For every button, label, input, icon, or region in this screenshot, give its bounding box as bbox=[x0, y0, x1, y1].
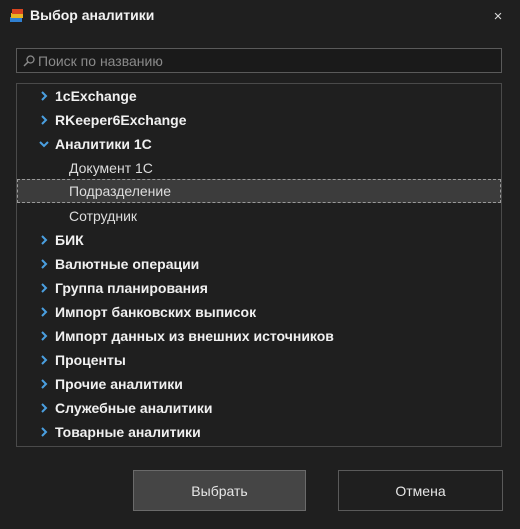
tree-item-label: Документ 1С bbox=[69, 160, 153, 176]
tree-item-document-1c[interactable]: Документ 1С bbox=[17, 156, 501, 180]
chevron-right-icon[interactable] bbox=[39, 379, 49, 389]
search-field[interactable] bbox=[16, 48, 502, 73]
tree-item-label: Аналитики 1С bbox=[55, 136, 152, 152]
tree-item-bank-statements-import[interactable]: Импорт банковских выписок bbox=[17, 300, 501, 324]
cancel-button-label: Отмена bbox=[395, 482, 446, 499]
tree-item-label: БИК bbox=[55, 232, 84, 248]
search-icon bbox=[23, 55, 35, 67]
tree-item-other-analytics[interactable]: Прочие аналитики bbox=[17, 372, 501, 396]
tree-item-podrazdelenie[interactable]: Подразделение bbox=[17, 179, 501, 203]
select-button[interactable]: Выбрать bbox=[133, 470, 306, 511]
chevron-right-icon[interactable] bbox=[39, 355, 49, 365]
chevron-right-icon[interactable] bbox=[39, 331, 49, 341]
tree-item-label: Сотрудник bbox=[69, 208, 138, 224]
tree-item-label: Товарные аналитики bbox=[55, 424, 201, 440]
chevron-right-icon[interactable] bbox=[39, 259, 49, 269]
tree-item-goods-analytics[interactable]: Товарные аналитики bbox=[17, 420, 501, 444]
tree-item-analytics-1c[interactable]: Аналитики 1С bbox=[17, 132, 501, 156]
tree-item-planning-group[interactable]: Группа планирования bbox=[17, 276, 501, 300]
title-bar: Выбор аналитики × bbox=[0, 0, 520, 32]
chevron-right-icon[interactable] bbox=[39, 283, 49, 293]
tree-item-label: Импорт банковских выписок bbox=[55, 304, 257, 320]
chevron-right-icon[interactable] bbox=[39, 235, 49, 245]
tree-item-label: RKeeper6Exchange bbox=[55, 112, 187, 128]
chevron-right-icon[interactable] bbox=[39, 427, 49, 437]
close-icon: × bbox=[493, 7, 503, 25]
app-icon bbox=[10, 9, 23, 22]
tree-item-interest[interactable]: Проценты bbox=[17, 348, 501, 372]
tree-item-label: Прочие аналитики bbox=[55, 376, 183, 392]
tree-item-label: Служебные аналитики bbox=[55, 400, 213, 416]
tree-item-label: 1cExchange bbox=[55, 88, 137, 104]
tree-item-bik[interactable]: БИК bbox=[17, 228, 501, 252]
chevron-right-icon[interactable] bbox=[39, 403, 49, 413]
select-button-label: Выбрать bbox=[191, 482, 248, 499]
cancel-button[interactable]: Отмена bbox=[338, 470, 503, 511]
tree-item-label: Валютные операции bbox=[55, 256, 200, 272]
close-button[interactable]: × bbox=[486, 6, 510, 26]
tree-item-1cexchange[interactable]: 1cExchange bbox=[17, 84, 501, 108]
tree-item-label: Импорт данных из внешних источников bbox=[55, 328, 334, 344]
tree-item-label: Проценты bbox=[55, 352, 126, 368]
window-title: Выбор аналитики bbox=[30, 7, 155, 23]
tree-item-external-data-import[interactable]: Импорт данных из внешних источников bbox=[17, 324, 501, 348]
tree-item-service-analytics[interactable]: Служебные аналитики bbox=[17, 396, 501, 420]
tree-item-sotrudnik[interactable]: Сотрудник bbox=[17, 204, 501, 228]
chevron-right-icon[interactable] bbox=[39, 91, 49, 101]
chevron-down-icon[interactable] bbox=[39, 139, 49, 149]
chevron-right-icon[interactable] bbox=[39, 115, 49, 125]
tree-item-label: Подразделение bbox=[69, 183, 172, 199]
search-input[interactable] bbox=[38, 49, 498, 72]
tree-item-rkeeper6exchange[interactable]: RKeeper6Exchange bbox=[17, 108, 501, 132]
analytics-tree[interactable]: 1cExchange RKeeper6Exchange Аналитики 1С… bbox=[16, 83, 502, 447]
chevron-right-icon[interactable] bbox=[39, 307, 49, 317]
tree-item-label: Группа планирования bbox=[55, 280, 208, 296]
tree-item-currency-operations[interactable]: Валютные операции bbox=[17, 252, 501, 276]
